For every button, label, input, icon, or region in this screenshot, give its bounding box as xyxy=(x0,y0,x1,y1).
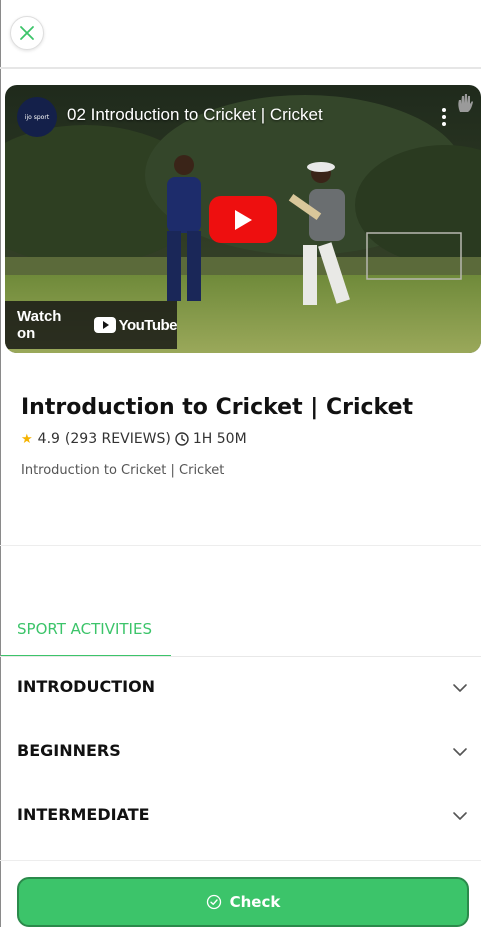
video-title[interactable]: 02 Introduction to Cricket | Cricket xyxy=(67,105,323,125)
play-button[interactable] xyxy=(209,196,277,243)
duration: 1H 50M xyxy=(192,431,247,447)
chevron-down-icon xyxy=(453,748,467,756)
check-circle-icon xyxy=(206,894,221,910)
hand-icon xyxy=(458,94,473,112)
clock-icon xyxy=(175,432,189,446)
star-icon: ★ xyxy=(21,431,33,447)
accordion-label: INTERMEDIATE xyxy=(17,805,150,824)
youtube-logo: YouTube xyxy=(93,316,178,334)
tab-sport-activities[interactable]: SPORT ACTIVITIES xyxy=(1,617,171,657)
course-subtitle: Introduction to Cricket | Cricket xyxy=(21,463,225,478)
close-icon xyxy=(20,26,34,40)
divider xyxy=(0,860,481,861)
tab-label: SPORT ACTIVITIES xyxy=(17,620,152,638)
accordion-item-intermediate[interactable]: INTERMEDIATE xyxy=(0,785,481,847)
rating-value: 4.9 xyxy=(37,431,60,447)
play-icon xyxy=(235,209,252,230)
accordion-label: BEGINNERS xyxy=(17,741,121,760)
accordion-item-beginners[interactable]: BEGINNERS xyxy=(0,721,481,783)
course-meta: ★ 4.9 (293 REVIEWS) 1H 50M xyxy=(21,431,247,447)
close-button[interactable] xyxy=(10,16,44,50)
kebab-menu-icon[interactable] xyxy=(441,107,447,127)
accordion-label: INTRODUCTION xyxy=(17,677,156,696)
channel-avatar-text: ijo sport xyxy=(24,113,50,121)
check-button[interactable]: Check xyxy=(17,877,469,927)
chevron-down-icon xyxy=(453,812,467,820)
video-player[interactable]: ijo sport 02 Introduction to Cricket | C… xyxy=(5,85,481,353)
reviews-count: (293 REVIEWS) xyxy=(64,431,171,447)
watch-on-youtube-button[interactable]: Watch on YouTube xyxy=(5,301,178,349)
channel-avatar[interactable]: ijo sport xyxy=(17,97,57,137)
accordion-item-introduction[interactable]: INTRODUCTION xyxy=(0,657,481,719)
top-bar xyxy=(0,0,481,69)
chevron-down-icon xyxy=(453,684,467,692)
course-title: Introduction to Cricket | Cricket xyxy=(21,395,414,420)
check-label: Check xyxy=(229,893,281,911)
youtube-logo-text: YouTube xyxy=(118,316,178,334)
youtube-logo-icon xyxy=(93,317,116,333)
watch-on-label: Watch on xyxy=(17,308,62,342)
divider xyxy=(0,545,481,546)
